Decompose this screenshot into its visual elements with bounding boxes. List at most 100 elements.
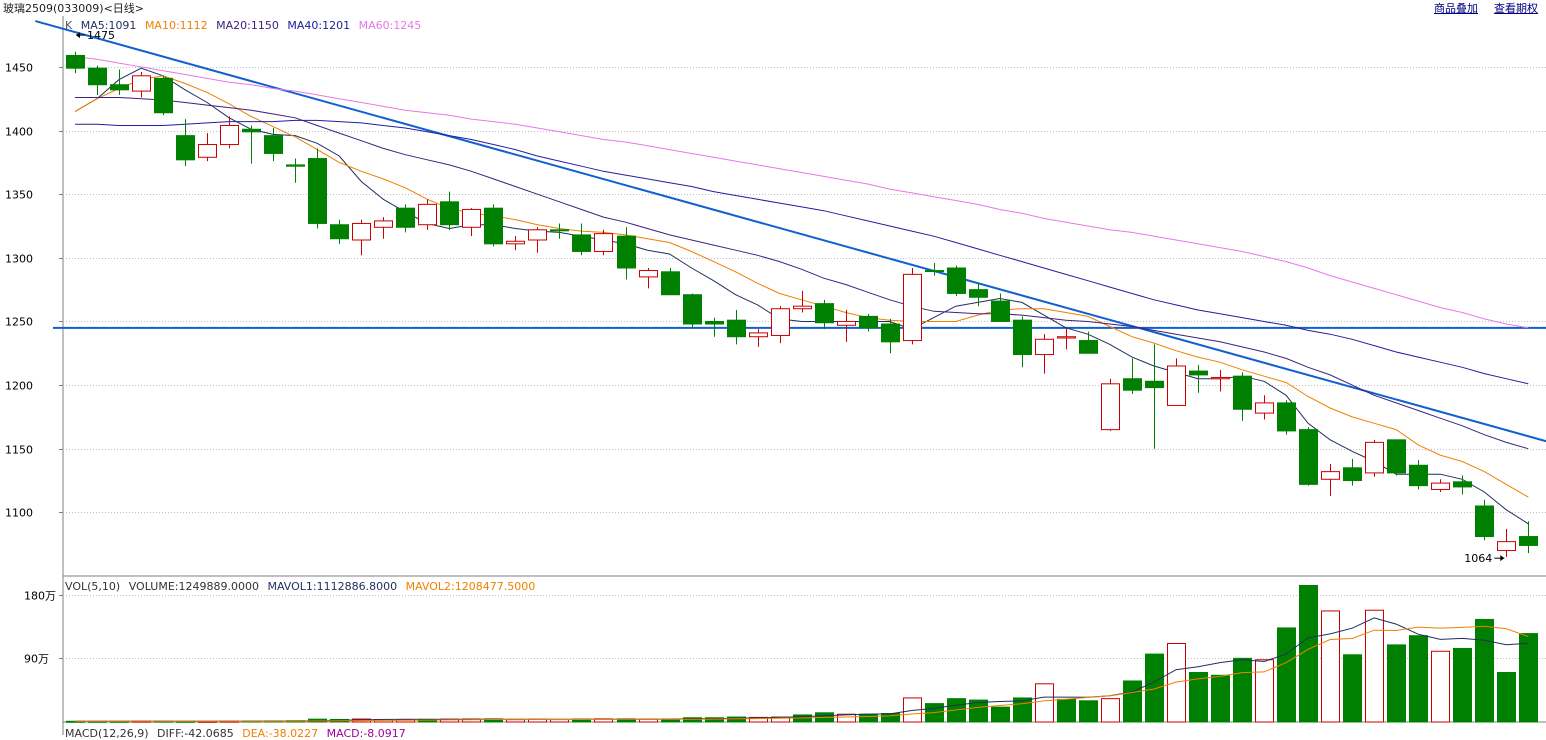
high-label: 1475	[87, 29, 115, 42]
low-label: 1064	[1464, 552, 1492, 565]
candle-body	[198, 144, 217, 158]
volume-bar	[1013, 697, 1032, 723]
candle-body	[991, 300, 1010, 322]
volume-bar	[1519, 633, 1538, 723]
candle-body	[749, 332, 768, 338]
candle-body	[308, 158, 327, 224]
price-tick-label: 1250	[5, 316, 33, 329]
candle-body	[550, 229, 569, 232]
trend-line	[35, 20, 1546, 443]
candle-body	[132, 75, 151, 92]
price-tick-label: 1200	[5, 380, 33, 393]
candle-body	[837, 320, 856, 326]
candle-body	[1519, 536, 1538, 546]
volume-bar	[1453, 647, 1472, 723]
candlesticks[interactable]	[66, 51, 1538, 557]
candle-body	[1255, 402, 1274, 414]
volume-bar	[991, 706, 1010, 723]
candle-body	[727, 319, 746, 338]
candle-body	[110, 84, 129, 91]
candle-body	[220, 124, 239, 146]
candle-body	[440, 201, 459, 226]
candle-body	[815, 303, 834, 324]
candle-body	[1123, 378, 1142, 391]
candle-body	[617, 235, 636, 269]
kline-chart[interactable]: 1100 1150 1200 1250 1300 1350 1400 1450 90万 180万…	[0, 0, 1546, 735]
candle-body	[462, 208, 481, 228]
candle-body	[1145, 380, 1164, 389]
candle-body	[286, 164, 305, 167]
volume-bar	[1387, 644, 1406, 723]
volume-bar	[1057, 698, 1076, 723]
volume-bars[interactable]	[66, 584, 1538, 723]
candle-body	[396, 207, 415, 228]
candle-body	[352, 222, 371, 241]
candle-body	[1013, 319, 1032, 356]
candle-body	[506, 240, 525, 245]
candle-body	[947, 267, 966, 294]
candle-body	[793, 305, 812, 310]
extreme-annotations: 1475 1064	[76, 29, 1505, 565]
candle-body	[484, 207, 503, 245]
candle-body	[969, 289, 988, 298]
candle-body	[1189, 370, 1208, 376]
candle-body	[925, 270, 944, 273]
volume-bar	[1211, 674, 1230, 723]
candle-body	[1057, 336, 1076, 339]
volume-bar	[1343, 654, 1362, 723]
volume-bar	[1167, 642, 1186, 723]
volume-bar	[881, 713, 900, 723]
candle-body	[1233, 375, 1252, 410]
volume-bar	[1365, 609, 1384, 723]
ma-line-ma60	[74, 56, 1529, 329]
candle-body	[881, 323, 900, 343]
candle-body	[639, 270, 658, 278]
candle-body	[1299, 429, 1318, 485]
candle-body	[1387, 439, 1406, 474]
volume-tick-label: 90万	[24, 653, 49, 666]
candle-body	[903, 273, 922, 342]
candle-body	[1079, 340, 1098, 354]
volume-bar	[1079, 700, 1098, 723]
candle-body	[264, 135, 283, 154]
candle-body	[88, 67, 107, 86]
candle-body	[330, 224, 349, 240]
candle-body	[594, 233, 613, 252]
volume-bar	[1277, 627, 1296, 723]
volume-bar	[1321, 610, 1340, 723]
candle-body	[242, 128, 261, 133]
volume-bar	[506, 719, 525, 723]
volume-bar	[859, 713, 878, 723]
volume-bar	[1299, 584, 1318, 723]
ma-line-ma40	[75, 119, 1529, 385]
candle-body	[176, 135, 195, 161]
candle-body	[661, 271, 680, 296]
volume-bar	[1497, 671, 1516, 723]
price-tick-label: 1150	[5, 444, 33, 457]
price-tick-label: 1300	[5, 253, 33, 266]
volume-bar	[1431, 650, 1450, 723]
volume-bar	[1475, 618, 1494, 723]
price-tick-label: 1450	[5, 62, 33, 75]
volume-bar	[1123, 680, 1142, 723]
volume-bar	[1233, 657, 1252, 723]
candle-body	[572, 234, 591, 252]
candle-body	[1409, 464, 1428, 487]
price-tick-label: 1400	[5, 126, 33, 139]
candle-body	[1365, 441, 1384, 474]
price-tick-label: 1100	[5, 507, 33, 520]
candle-body	[1431, 482, 1450, 490]
candle-body	[1277, 402, 1296, 432]
candle-body	[418, 203, 437, 226]
candle-body	[683, 294, 702, 325]
ma-line-ma20	[75, 97, 1529, 450]
trend-lines[interactable]	[35, 20, 1546, 443]
candle-body	[154, 77, 173, 114]
volume-tick-label: 180万	[24, 590, 56, 603]
candle-body	[1167, 365, 1186, 406]
volume-bar	[1409, 635, 1428, 723]
candle-body	[1497, 541, 1516, 552]
candle-body	[66, 54, 85, 69]
volume-bar	[1035, 683, 1054, 723]
volume-bar	[1101, 698, 1120, 723]
